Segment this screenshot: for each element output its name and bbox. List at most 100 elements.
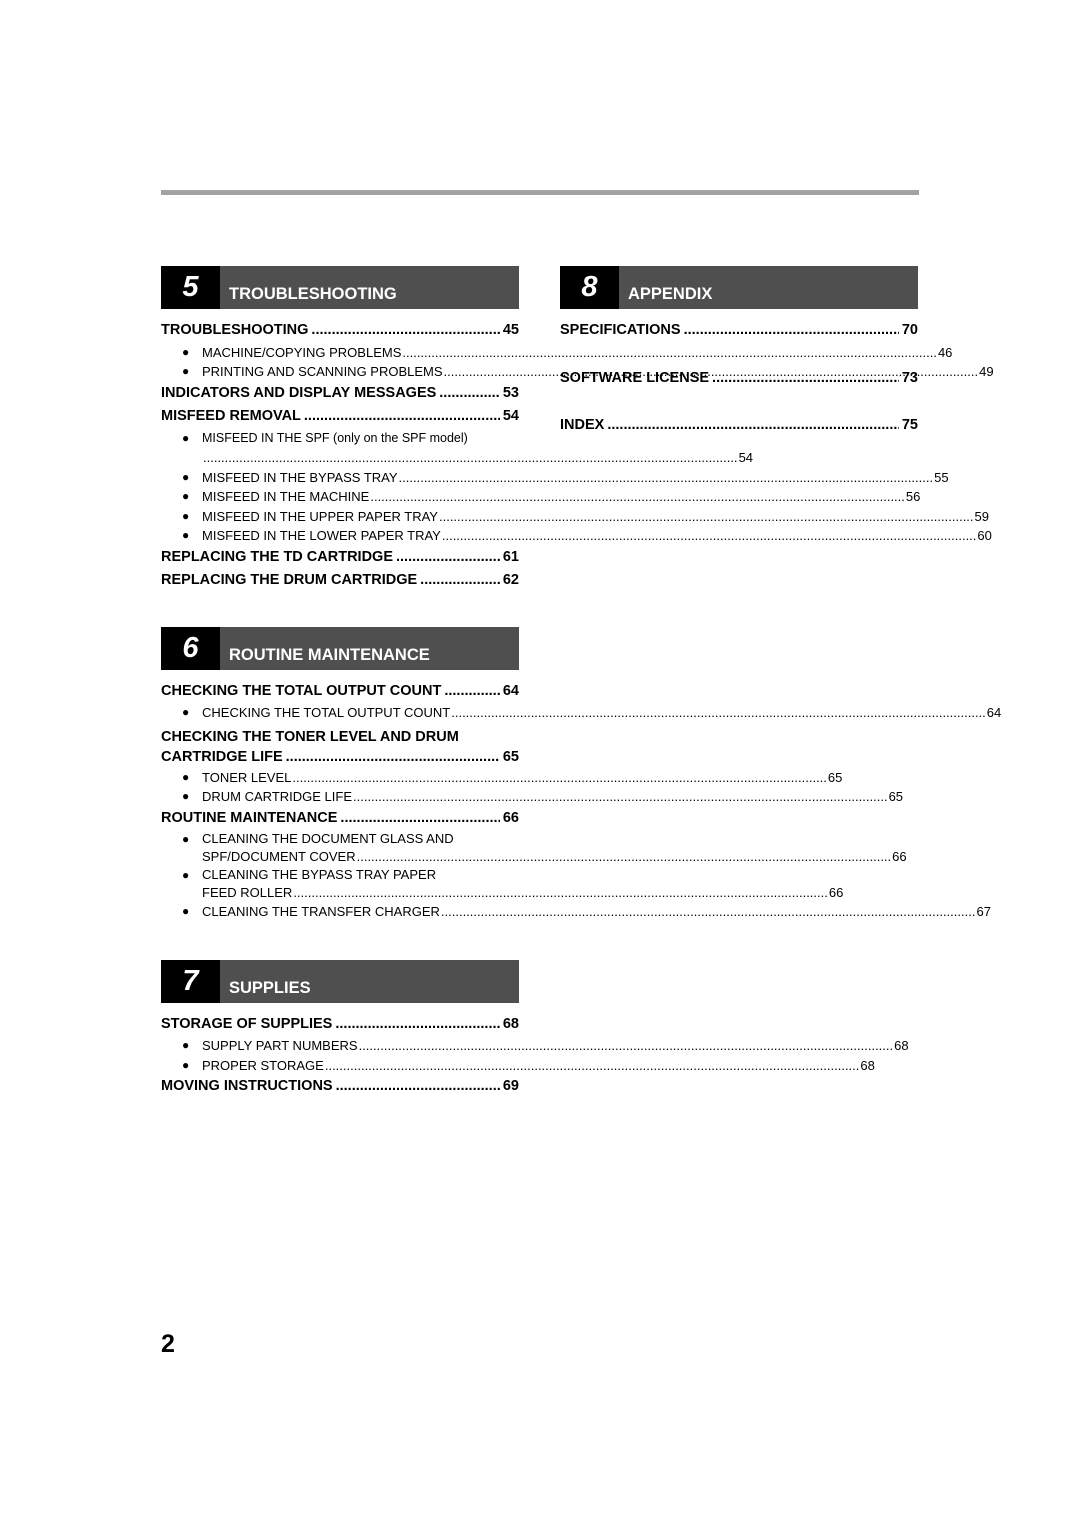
bullet-icon: ●	[182, 789, 190, 803]
chapter-number: 5	[161, 266, 220, 309]
toc-entry[interactable]: INDICATORS AND DISPLAY MESSAGES 53	[161, 382, 519, 406]
subentry-label: MACHINE/COPYING PROBLEMS	[202, 344, 402, 360]
subentry-label: SPF/DOCUMENT COVER	[202, 849, 356, 864]
leader-dots	[607, 414, 899, 438]
subentry-label: MISFEED IN THE LOWER PAPER TRAY	[202, 528, 441, 543]
bullet-icon: ●	[182, 528, 190, 542]
toc-subentry[interactable]: ● DRUM CARTRIDGE LIFE 65	[161, 787, 903, 807]
leader-dots	[712, 367, 899, 391]
toc-subentry[interactable]: ● CLEANING THE TRANSFER CHARGER 67	[161, 902, 991, 922]
leader-dots	[684, 319, 899, 343]
bullet-icon: ●	[182, 904, 190, 918]
entry-page: 62	[502, 572, 519, 588]
subentry-label: CLEANING THE TRANSFER CHARGER	[202, 904, 440, 919]
subentry-label: FEED ROLLER	[202, 885, 293, 900]
toc-column-left: 5 TROUBLESHOOTING TROUBLESHOOTING 45 ● MA…	[161, 266, 1001, 1099]
entry-label: STORAGE OF SUPPLIES	[161, 1015, 333, 1032]
leader-dots	[442, 526, 977, 546]
toc-subentry[interactable]: ● SUPPLY PART NUMBERS 68	[161, 1036, 909, 1056]
entry-page: 64	[502, 682, 519, 699]
toc-entry-line1[interactable]: CHECKING THE TONER LEVEL AND DRUM	[161, 727, 519, 747]
entry-label: REPLACING THE TD CARTRIDGE	[161, 548, 393, 565]
chapter-header-5: 5 TROUBLESHOOTING	[161, 266, 519, 309]
toc-subentry-continuation[interactable]: 54	[161, 448, 753, 468]
entry-page: 45	[502, 322, 519, 338]
chapter-header-8: 8 APPENDIX	[560, 266, 918, 309]
entry-page: 61	[502, 548, 519, 565]
entry-page: 70	[901, 322, 918, 338]
entry-page: 68	[502, 1015, 519, 1032]
leader-dots	[441, 902, 976, 922]
entry-page: 69	[502, 1078, 519, 1094]
bullet-icon: ●	[182, 489, 190, 503]
toc-subentry[interactable]: ● CHECKING THE TOTAL OUTPUT COUNT 64	[161, 703, 1001, 723]
chapter-title[interactable]: ROUTINE MAINTENANCE	[220, 627, 430, 670]
toc-entry[interactable]: TROUBLESHOOTING 45	[161, 319, 519, 343]
subentry-page: 68	[894, 1038, 909, 1053]
toc-subentry[interactable]: ● MISFEED IN THE UPPER PAPER TRAY 59	[161, 507, 989, 527]
toc-subentry[interactable]: ● MISFEED IN THE MACHINE 56	[161, 487, 920, 507]
entry-label: REPLACING THE DRUM CARTRIDGE	[161, 572, 418, 588]
toc-subentry[interactable]: ● MISFEED IN THE BYPASS TRAY 55	[161, 468, 949, 488]
entry-label: TROUBLESHOOTING	[161, 322, 309, 338]
toc-entry[interactable]: STORAGE OF SUPPLIES 68	[161, 1013, 519, 1037]
entry-label: INDICATORS AND DISPLAY MESSAGES	[161, 384, 437, 401]
subentry-label: PRINTING AND SCANNING PROBLEMS	[202, 364, 443, 379]
leader-dots	[340, 807, 499, 831]
leader-dots	[353, 787, 888, 807]
leader-dots	[311, 319, 499, 343]
subentry-label: PROPER STORAGE	[202, 1057, 324, 1073]
toc-entry[interactable]: ROUTINE MAINTENANCE 66	[161, 807, 519, 831]
chapter-number: 8	[560, 266, 619, 309]
subentry-label: MISFEED IN THE BYPASS TRAY	[202, 469, 398, 485]
chapter-title[interactable]: APPENDIX	[619, 266, 712, 309]
toc-entry[interactable]: SOFTWARE LICENSE 73	[560, 367, 918, 391]
bullet-icon: ●	[182, 364, 190, 378]
toc-entry[interactable]: SPECIFICATIONS 70	[560, 319, 918, 343]
subentry-page: 56	[905, 489, 921, 504]
toc-subentry-continuation[interactable]: FEED ROLLER 66	[161, 884, 843, 902]
subentry-page: 66	[828, 885, 844, 900]
toc-subentry-continuation[interactable]: SPF/DOCUMENT COVER 66	[161, 848, 907, 866]
toc-entry[interactable]: CHECKING THE TOTAL OUTPUT COUNT 64	[161, 680, 519, 704]
toc-subentry[interactable]: ● MISFEED IN THE LOWER PAPER TRAY 60	[161, 526, 992, 546]
toc-entry[interactable]: MISFEED REMOVAL 54	[161, 405, 519, 429]
toc-entry[interactable]: MOVING INSTRUCTIONS 69	[161, 1075, 519, 1099]
subentry-label: SUPPLY PART NUMBERS	[202, 1038, 358, 1053]
leader-dots	[325, 1056, 860, 1076]
subentry-label: CLEANING THE BYPASS TRAY PAPER	[202, 867, 437, 882]
subentry-page: 67	[976, 904, 991, 919]
leader-dots	[293, 884, 828, 902]
subentry-label: TONER LEVEL	[202, 769, 292, 785]
entry-page: 53	[502, 384, 519, 401]
leader-dots	[444, 680, 500, 704]
chapter-header-6: 6 ROUTINE MAINTENANCE	[161, 626, 519, 670]
toc-subentry[interactable]: ● PROPER STORAGE 68	[161, 1056, 875, 1076]
toc-subentry[interactable]: ● PRINTING AND SCANNING PROBLEMS 49	[161, 362, 994, 382]
bullet-icon: ●	[182, 868, 190, 882]
bullet-icon: ●	[182, 344, 190, 359]
leader-dots	[286, 747, 500, 768]
toc-subentry[interactable]: ● CLEANING THE BYPASS TRAY PAPER	[161, 866, 519, 884]
toc-subentry[interactable]: ● TONER LEVEL 65	[161, 768, 842, 788]
toc-subentry[interactable]: ● MACHINE/COPYING PROBLEMS 46	[161, 343, 952, 363]
toc-subentry[interactable]: ● CLEANING THE DOCUMENT GLASS AND	[161, 830, 519, 848]
entry-label: SOFTWARE LICENSE	[560, 369, 710, 386]
bullet-icon: ●	[182, 1038, 190, 1052]
toc-subentry[interactable]: ● MISFEED IN THE SPF (only on the SPF mo…	[161, 429, 519, 449]
subentry-label: MISFEED IN THE SPF (only on the SPF mode…	[202, 430, 468, 445]
toc-entry[interactable]: INDEX 75	[560, 414, 918, 438]
entry-label: MISFEED REMOVAL	[161, 408, 301, 424]
entry-page: 54	[502, 408, 519, 424]
subentry-page: 66	[892, 849, 907, 864]
toc-entry[interactable]: REPLACING THE TD CARTRIDGE 61	[161, 546, 519, 570]
toc-entry[interactable]: CARTRIDGE LIFE 65	[161, 747, 519, 768]
chapter-title[interactable]: TROUBLESHOOTING	[220, 266, 397, 309]
subentry-page: 59	[974, 508, 990, 524]
leader-dots	[357, 848, 892, 866]
entry-label: MOVING INSTRUCTIONS	[161, 1078, 333, 1094]
leader-dots	[451, 703, 986, 723]
chapter-title[interactable]: SUPPLIES	[220, 960, 311, 1003]
toc-entry[interactable]: REPLACING THE DRUM CARTRIDGE 62	[161, 569, 519, 593]
subentry-label: MISFEED IN THE MACHINE	[202, 489, 370, 504]
